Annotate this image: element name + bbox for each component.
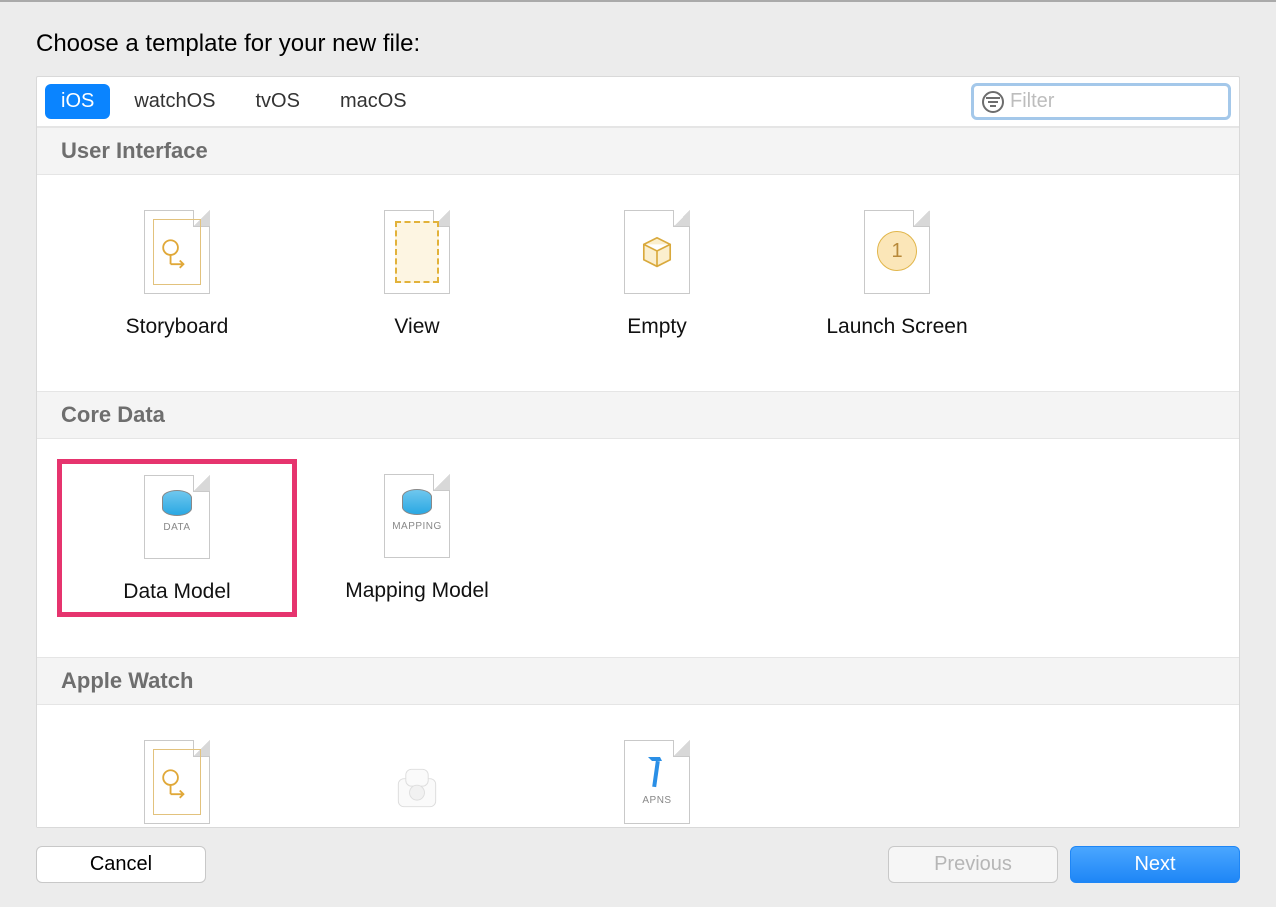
section-body-coredata: DATA Data Model MAPPING Mapping Model [37, 439, 1239, 657]
previous-button: Previous [888, 846, 1058, 883]
storyboard-icon [69, 207, 285, 297]
platform-tabbar: iOS watchOS tvOS macOS [37, 77, 1239, 127]
template-notification[interactable]: APNS Notification [537, 725, 777, 827]
mapping-model-icon: MAPPING [309, 471, 525, 561]
empty-icon [549, 207, 765, 297]
template-mapping-model[interactable]: MAPPING Mapping Model [297, 459, 537, 617]
template-view[interactable]: View [297, 195, 537, 351]
gear-icon [309, 737, 525, 827]
filter-input[interactable] [1010, 90, 1275, 113]
button-bar: Cancel Previous Next [36, 828, 1240, 883]
filter-icon [982, 91, 1004, 113]
tab-tvos[interactable]: tvOS [240, 84, 316, 119]
template-label: Launch Screen [789, 315, 1005, 339]
template-label: View [309, 315, 525, 339]
section-header-ui: User Interface [37, 127, 1239, 175]
template-label: Data Model [70, 580, 284, 604]
data-model-icon: DATA [70, 472, 284, 562]
tab-watchos[interactable]: watchOS [118, 84, 231, 119]
filter-field-wrap[interactable] [971, 83, 1231, 120]
template-label: Empty [549, 315, 765, 339]
template-panel: iOS watchOS tvOS macOS User Interface [36, 76, 1240, 828]
template-watch-storyboard[interactable]: Storyboard [57, 725, 297, 827]
template-watchkit-settings[interactable]: WatchKit Settings [297, 725, 537, 827]
storyboard-icon [69, 737, 285, 827]
tab-ios[interactable]: iOS [45, 84, 110, 119]
tab-macos[interactable]: macOS [324, 84, 423, 119]
cancel-button[interactable]: Cancel [36, 846, 206, 883]
section-header-coredata: Core Data [37, 391, 1239, 439]
next-button[interactable]: Next [1070, 846, 1240, 883]
apns-icon: APNS [549, 737, 765, 827]
launch-screen-icon: 1 [789, 207, 1005, 297]
dialog-title: Choose a template for your new file: [36, 30, 1240, 58]
template-label: Mapping Model [309, 579, 525, 603]
template-launch-screen[interactable]: 1 Launch Screen [777, 195, 1017, 351]
template-empty[interactable]: Empty [537, 195, 777, 351]
section-header-watch: Apple Watch [37, 657, 1239, 705]
section-body-watch: Storyboard WatchKit Settings APNS [37, 705, 1239, 827]
template-data-model[interactable]: DATA Data Model [57, 459, 297, 617]
template-label: Storyboard [69, 315, 285, 339]
section-body-ui: Storyboard View Empty [37, 175, 1239, 391]
template-scroll[interactable]: User Interface Storyboard View [37, 127, 1239, 827]
view-icon [309, 207, 525, 297]
template-storyboard[interactable]: Storyboard [57, 195, 297, 351]
